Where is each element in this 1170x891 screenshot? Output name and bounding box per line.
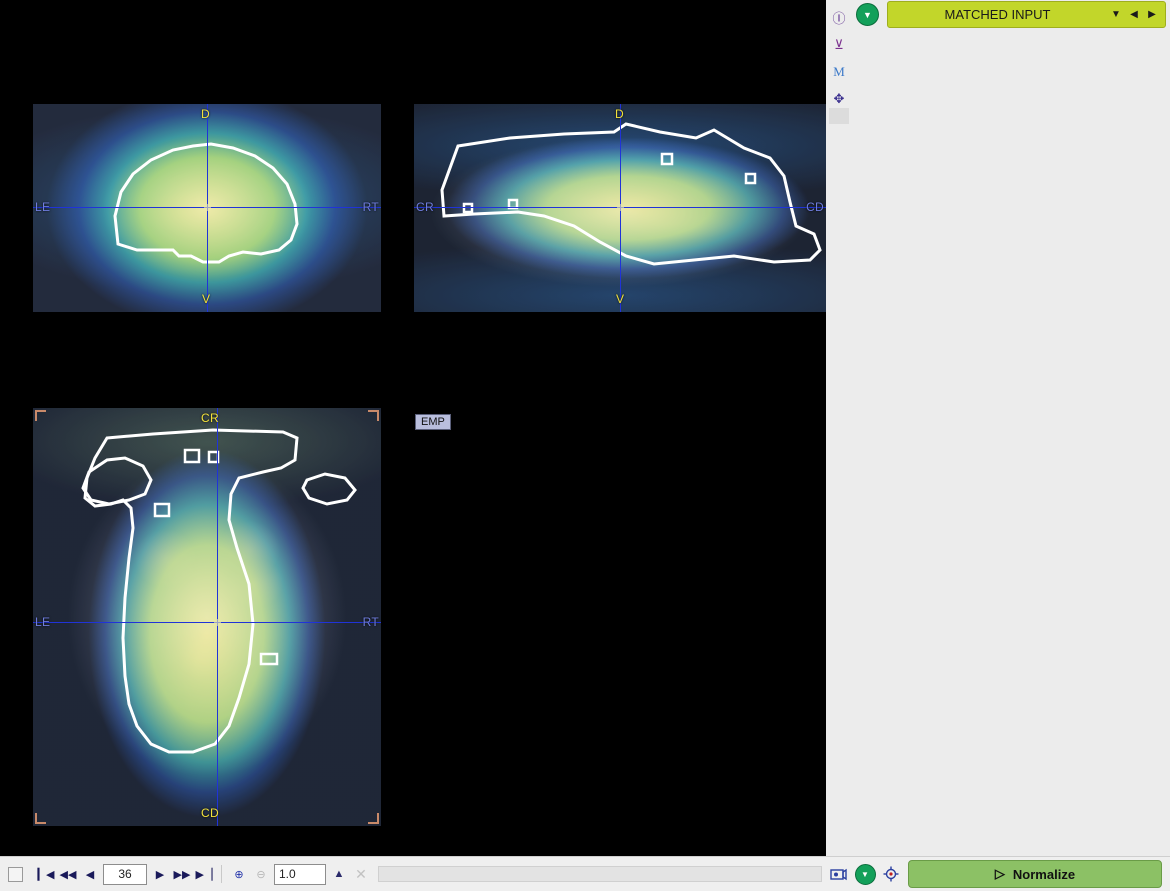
step-forward-icon[interactable]: ▶ [149, 863, 171, 885]
roi-corner-tr [368, 410, 379, 421]
orient-label-top: CR [201, 411, 219, 425]
toolbar-divider [221, 865, 222, 883]
toolbar-checkbox[interactable] [8, 866, 23, 882]
crosshair-center [214, 619, 221, 626]
close-icon[interactable]: ✕ [350, 863, 372, 885]
emp-badge[interactable]: EMP [415, 414, 451, 430]
axial-image [33, 408, 381, 826]
crosshair-horizontal[interactable] [33, 622, 381, 623]
roi-corner-bl [35, 813, 46, 824]
rail-slot [829, 108, 849, 124]
viewport-coronal[interactable]: D V LE RT [33, 104, 381, 312]
panel-titlebar: ▼ MATCHED INPUT ▼ ◀ ▶ [856, 1, 1166, 28]
viewer-toolbar[interactable]: ▎◀ ◀◀ ◀ 36 ▶ ▶▶ ▶▕ ⊕ ⊖ 1.0 ▲ ✕ [0, 856, 826, 891]
orient-label-right: RT [362, 615, 379, 629]
green-circle-down-icon[interactable]: ▼ [856, 3, 879, 26]
zoom-out-icon[interactable]: ⊖ [250, 863, 272, 885]
triangle-right-icon[interactable]: ▶ [1143, 9, 1161, 20]
viewport-axial[interactable]: CR CD LE RT [33, 408, 381, 826]
normalize-button[interactable]: ▷ Normalize [908, 860, 1162, 888]
orient-label-left: LE [35, 200, 51, 214]
application-window: D V LE RT D V CR CD CR CD LE RT EMP ▎◀ ◀… [0, 0, 1170, 891]
info-icon[interactable]: Ⓘ [826, 4, 852, 31]
zoom-input[interactable]: 1.0 [274, 863, 326, 885]
crosshair-vertical[interactable] [217, 408, 218, 826]
skip-last-icon[interactable]: ▶▕ [193, 863, 215, 885]
chevron-down-icon[interactable]: ▼ [1107, 9, 1125, 20]
layout-icon[interactable]: ⊻ [826, 31, 852, 58]
crosshair-icon[interactable] [878, 866, 904, 882]
camera-icon[interactable] [826, 867, 852, 881]
orient-label-right: RT [362, 200, 379, 214]
slice-input[interactable]: 36 [103, 863, 147, 885]
series-title: MATCHED INPUT [944, 7, 1051, 22]
step-back-icon[interactable]: ◀ [79, 863, 101, 885]
orient-label-bottom: CD [201, 806, 219, 820]
normalize-label: Normalize [1012, 866, 1076, 882]
scroll-track[interactable] [378, 866, 822, 882]
action-bar[interactable]: ▼ ▷ Normalize [826, 856, 1170, 891]
viewport-sagittal[interactable]: D V CR CD [414, 104, 826, 312]
roi-corner-br [368, 813, 379, 824]
orient-label-top: D [201, 107, 210, 121]
orient-label-right: CD [806, 200, 824, 214]
triangle-left-icon[interactable]: ◀ [1125, 9, 1143, 20]
orient-label-left: LE [35, 615, 51, 629]
orient-label-bottom: V [202, 292, 211, 306]
axial-contour [81, 428, 357, 754]
roi-corner-tl [35, 410, 46, 421]
zoom-in-icon[interactable]: ⊕ [228, 863, 250, 885]
series-selector[interactable]: MATCHED INPUT ▼ ◀ ▶ [887, 1, 1166, 28]
play-icon: ▷ [994, 866, 1005, 881]
crosshair-center [204, 204, 211, 211]
control-panel: ▼ MATCHED INPUT ▼ ◀ ▶ [852, 0, 1170, 856]
triangle-up-icon[interactable]: ▲ [328, 863, 350, 885]
orient-label-bottom: V [616, 292, 625, 306]
m-icon[interactable]: M [826, 58, 852, 85]
skip-first-icon[interactable]: ▎◀ [35, 863, 57, 885]
icon-rail[interactable]: Ⓘ ⊻ M ✥ [826, 0, 852, 856]
rewind-icon[interactable]: ◀◀ [57, 863, 79, 885]
green-circle-down-icon[interactable]: ▼ [852, 863, 878, 885]
orient-label-top: D [615, 107, 624, 121]
crosshair-center [617, 204, 624, 211]
fast-forward-icon[interactable]: ▶▶ [171, 863, 193, 885]
image-viewer[interactable]: D V LE RT D V CR CD CR CD LE RT EMP [0, 0, 826, 856]
orient-label-left: CR [416, 200, 434, 214]
